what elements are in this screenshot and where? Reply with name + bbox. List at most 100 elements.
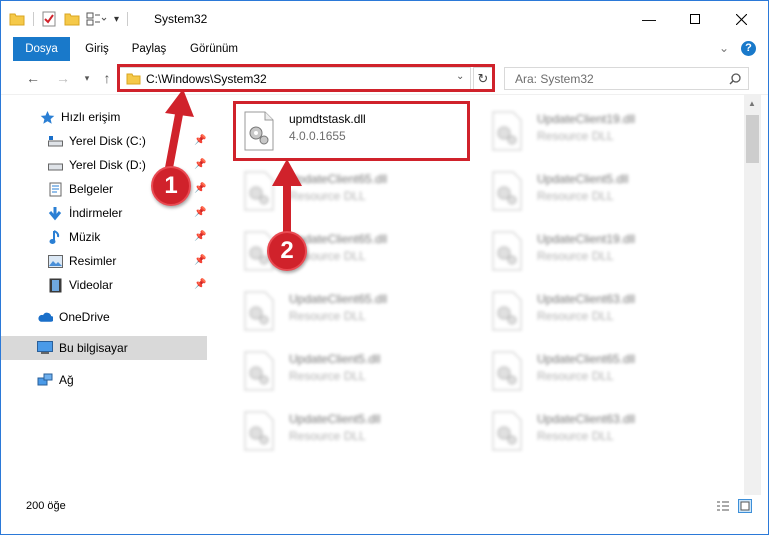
computer-icon (37, 340, 53, 356)
star-icon (39, 109, 55, 125)
maximize-button[interactable] (672, 1, 718, 37)
nav-item-this-pc[interactable]: Bu bilgisayar (1, 336, 207, 360)
file-description: Resource DLL (537, 369, 614, 383)
tab-gorunum[interactable]: Görünüm (183, 37, 245, 61)
file-tile[interactable]: UpdateClient5.dll Resource DLL (217, 401, 457, 457)
explorer-window: ▾ System32 — Dosya Giriş Paylaş Görünüm … (0, 0, 769, 535)
toolbar-separator (127, 12, 129, 26)
dll-file-icon (492, 171, 522, 211)
item-count: 200 öğe (26, 500, 66, 512)
pin-icon[interactable]: 📌 (194, 279, 206, 290)
file-name: UpdateClient19.dll (537, 232, 636, 246)
dll-file-icon (492, 111, 522, 151)
nav-item-label: Müzik (69, 230, 101, 244)
arrow-left-icon: ← (26, 70, 40, 86)
pin-icon[interactable]: 📌 (194, 207, 206, 218)
file-name: UpdateClient5.dll (289, 352, 381, 366)
file-name: UpdateClient5.dll (537, 172, 629, 186)
dll-file-icon (244, 351, 274, 391)
nav-item-music[interactable]: Müzik 📌 (1, 225, 207, 249)
nav-item-label: Resimler (69, 254, 117, 268)
close-button[interactable] (718, 1, 764, 37)
dll-file-icon (492, 411, 522, 451)
help-icon[interactable]: ? (741, 41, 756, 56)
network-icon (37, 372, 53, 388)
file-name: UpdateClient65.dll (289, 292, 388, 306)
vertical-scrollbar[interactable]: ▲ (744, 95, 761, 495)
nav-item-label: Belgeler (69, 182, 114, 196)
nav-item-label: Videolar (69, 278, 113, 292)
file-description: Resource DLL (537, 249, 614, 263)
search-placeholder: Ara: System32 (515, 72, 594, 86)
file-tile[interactable]: UpdateClient65.dll Resource DLL (217, 281, 457, 337)
pin-icon[interactable]: 📌 (194, 255, 206, 266)
maximize-icon (690, 14, 700, 24)
properties-icon[interactable] (42, 11, 56, 27)
large-icons-view-icon[interactable] (738, 499, 752, 513)
up-button[interactable]: ↑ (97, 69, 117, 87)
title-bar: ▾ System32 — (1, 1, 768, 37)
file-tile[interactable]: UpdateClient19.dll Resource DLL (465, 101, 705, 157)
dll-file-icon (492, 291, 522, 331)
file-highlight-box (233, 101, 470, 161)
videos-icon (47, 277, 63, 293)
documents-icon (47, 181, 63, 197)
toolbar-separator (33, 12, 34, 26)
new-folder-icon[interactable] (64, 12, 80, 26)
download-icon (47, 205, 63, 221)
drive-icon (47, 133, 63, 149)
dll-file-icon (244, 411, 274, 451)
minimize-button[interactable]: — (626, 1, 672, 37)
file-tile[interactable]: UpdateClient65.dll Resource DLL (217, 221, 457, 277)
file-name: UpdateClient19.dll (537, 112, 636, 126)
nav-item-label: Yerel Disk (C:) (69, 134, 146, 148)
customize-toolbar-icon[interactable]: ▾ (114, 14, 119, 25)
scrollbar-thumb[interactable] (746, 115, 759, 163)
pictures-icon (47, 253, 63, 269)
chevron-down-icon: ▾ (84, 72, 90, 83)
step-badge-2: 2 (267, 231, 307, 271)
scroll-up-icon[interactable]: ▲ (748, 99, 756, 108)
file-name: UpdateClient63.dll (537, 412, 636, 426)
back-button[interactable]: ← (23, 69, 43, 87)
file-description: Resource DLL (289, 309, 366, 323)
file-tile[interactable]: UpdateClient5.dll Resource DLL (217, 341, 457, 397)
file-tile[interactable]: UpdateClient63.dll Resource DLL (465, 401, 705, 457)
drive-icon (47, 157, 63, 173)
arrow-right-icon: → (56, 70, 70, 86)
arrow-up-icon: ↑ (103, 70, 111, 86)
file-description: Resource DLL (537, 429, 614, 443)
nav-item-label: OneDrive (59, 310, 110, 324)
nav-item-label: Ağ (59, 373, 74, 387)
search-box[interactable]: Ara: System32 (504, 67, 749, 90)
file-tile[interactable]: UpdateClient65.dll Resource DLL (217, 161, 457, 217)
forward-button[interactable]: → (53, 69, 73, 87)
nav-item-pictures[interactable]: Resimler 📌 (1, 249, 207, 273)
nav-item-network[interactable]: Ağ (1, 368, 207, 392)
view-options-icon[interactable] (86, 12, 108, 26)
file-tile[interactable]: UpdateClient65.dll Resource DLL (465, 341, 705, 397)
cloud-icon (37, 309, 53, 325)
nav-item-label: Yerel Disk (D:) (69, 158, 146, 172)
address-highlight-box (117, 64, 495, 92)
dll-file-icon (244, 291, 274, 331)
minimize-icon: — (642, 11, 656, 27)
close-icon (735, 13, 747, 25)
nav-item-videos[interactable]: Videolar 📌 (1, 273, 207, 297)
file-tile[interactable]: UpdateClient63.dll Resource DLL (465, 281, 705, 337)
file-tile[interactable]: UpdateClient5.dll Resource DLL (465, 161, 705, 217)
expand-ribbon-icon[interactable]: ⌄ (719, 41, 729, 55)
window-title: System32 (154, 12, 208, 26)
nav-item-onedrive[interactable]: OneDrive (1, 305, 207, 329)
tab-paylas[interactable]: Paylaş (125, 37, 173, 61)
dll-file-icon (492, 351, 522, 391)
file-description: Resource DLL (537, 309, 614, 323)
pin-icon[interactable]: 📌 (194, 231, 206, 242)
tab-giris[interactable]: Giriş (77, 37, 117, 61)
search-icon (729, 73, 741, 85)
recent-locations-button[interactable]: ▾ (77, 69, 97, 87)
tab-dosya[interactable]: Dosya (13, 37, 70, 61)
folder-icon[interactable] (9, 12, 25, 26)
details-view-icon[interactable] (716, 500, 730, 512)
file-tile[interactable]: UpdateClient19.dll Resource DLL (465, 221, 705, 277)
